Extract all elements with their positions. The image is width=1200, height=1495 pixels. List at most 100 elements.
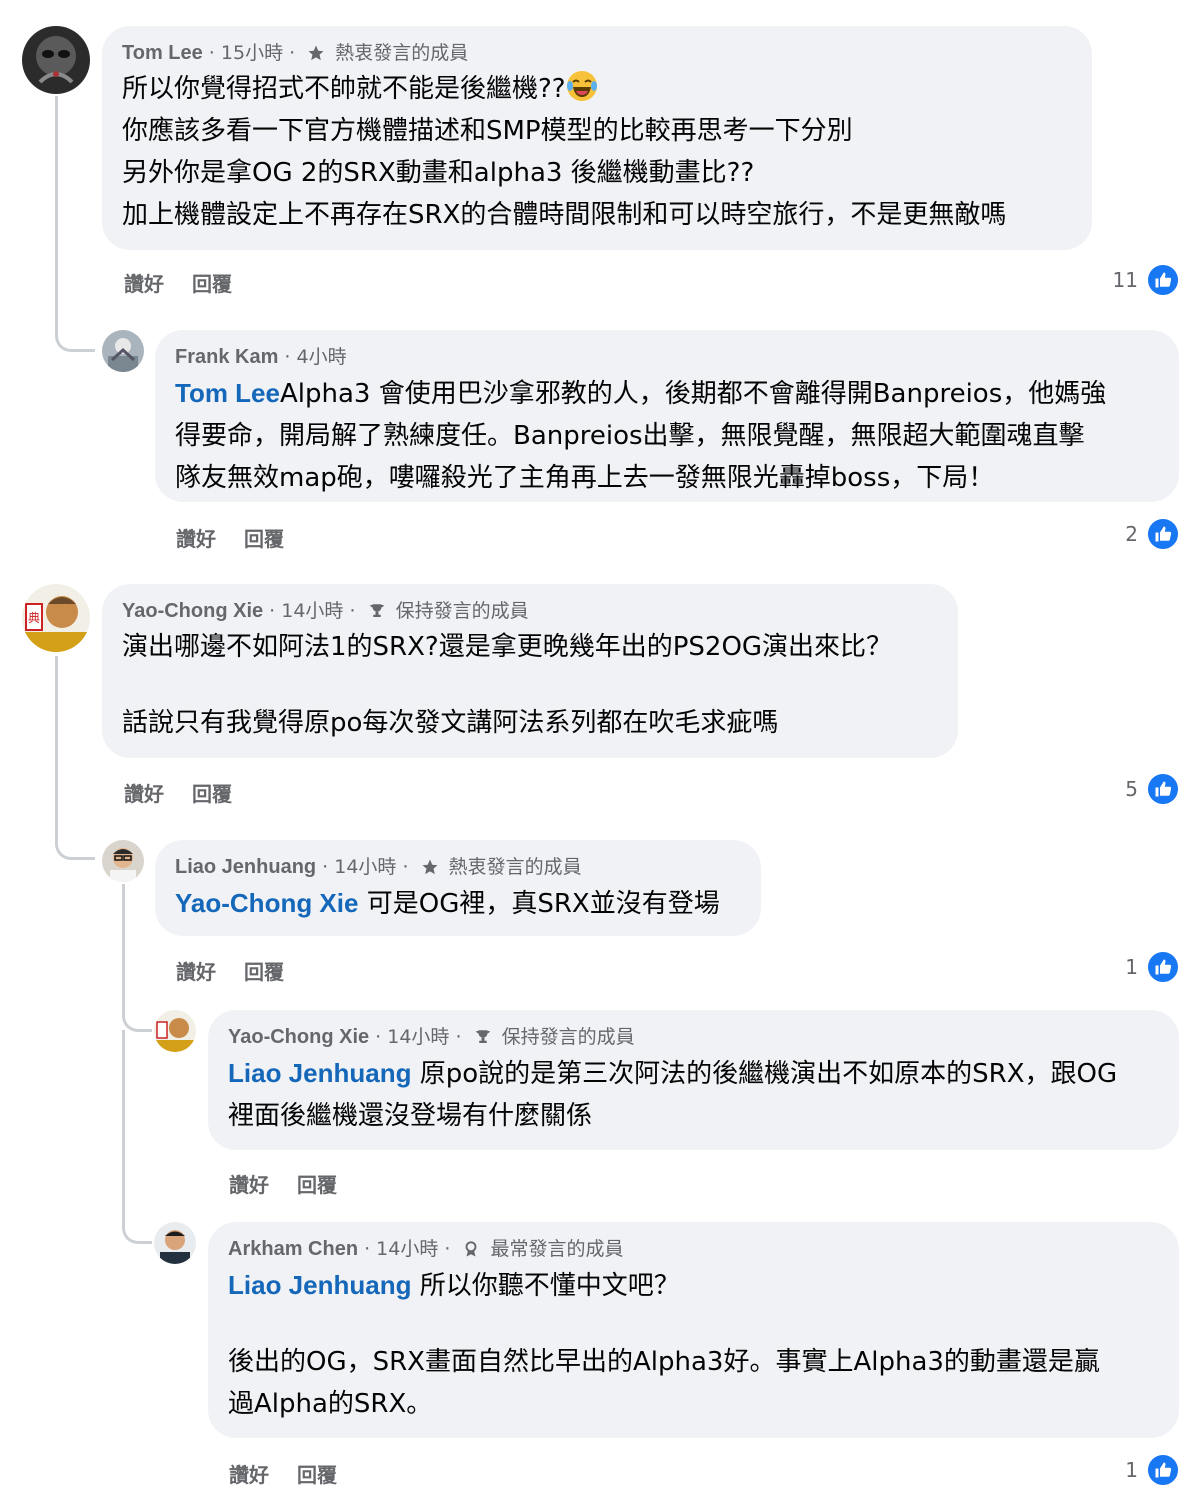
comment-meta: Yao-Chong Xie · 14小時 · 保持發言的成員 bbox=[122, 596, 938, 626]
comment-line: 加上機體設定上不再存在SRX的合體時間限制和可以時空旅行，不是更無敵嗎 bbox=[122, 200, 1007, 230]
reply-button[interactable]: 回覆 bbox=[297, 1463, 337, 1487]
comment-line: 話說只有我覺得原po每次發文講阿法系列都在吹毛求疵嗎 bbox=[122, 708, 779, 738]
reaction-number: 1 bbox=[1125, 1458, 1138, 1482]
comment-time[interactable]: 4小時 bbox=[297, 346, 347, 368]
comment-bubble: Tom Lee · 15小時 · 熱衷發言的成員 所以你覺得招式不帥就不能是後繼… bbox=[102, 26, 1092, 250]
comment-actions: 讚好 回覆 bbox=[229, 1169, 365, 1198]
comment-actions: 讚好 回覆 bbox=[124, 778, 260, 807]
author-name[interactable]: Arkham Chen bbox=[228, 1238, 358, 1260]
comment-line: 可是OG裡，真SRX並沒有登場 bbox=[358, 889, 720, 919]
comment-line: 後出的OG，SRX畫面自然比早出的Alpha3好。事實上Alpha3的動畫還是贏 bbox=[228, 1347, 1100, 1377]
like-button[interactable]: 讚好 bbox=[124, 272, 164, 296]
comment-text: Yao-Chong Xie 可是OG裡，真SRX並沒有登場 bbox=[175, 882, 741, 925]
author-name[interactable]: Yao-Chong Xie bbox=[228, 1026, 369, 1048]
comment-line: 裡面後繼機還沒登場有什麼關係 bbox=[228, 1101, 593, 1131]
comment-text: Liao Jenhuang 原po說的是第三次阿法的後繼機演出不如原本的SRX，… bbox=[228, 1052, 1159, 1137]
like-button[interactable]: 讚好 bbox=[229, 1173, 269, 1197]
thread-line-4 bbox=[122, 1030, 125, 1220]
trophy-icon bbox=[474, 1025, 492, 1055]
comment-actions: 讚好 回覆 bbox=[229, 1459, 365, 1488]
comment-text: Liao Jenhuang 所以你聽不懂中文吧？ 後出的OG，SRX畫面自然比早… bbox=[228, 1264, 1159, 1425]
mention-link[interactable]: Yao-Chong Xie bbox=[175, 888, 358, 918]
thread-elbow-3 bbox=[122, 1000, 152, 1032]
comment-meta: Arkham Chen · 14小時 · 最常發言的成員 bbox=[228, 1234, 1159, 1264]
comment-actions: 讚好 回覆 bbox=[176, 523, 312, 552]
thread-line-2 bbox=[55, 656, 58, 826]
comment-meta: Yao-Chong Xie · 14小時 · 保持發言的成員 bbox=[228, 1022, 1159, 1052]
comment-line: 得要命，開局解了熟練度任。Banpreios出擊，無限覺醒，無限超大範圍魂直擊 bbox=[175, 421, 1085, 451]
thumbs-up-icon bbox=[1146, 517, 1180, 551]
comment-bubble: Yao-Chong Xie · 14小時 · 保持發言的成員 演出哪邊不如阿法1… bbox=[102, 584, 958, 758]
author-name[interactable]: Yao-Chong Xie bbox=[122, 600, 263, 622]
reaction-number: 11 bbox=[1112, 268, 1138, 292]
reaction-count[interactable]: 1 bbox=[1125, 1453, 1180, 1487]
member-badge: 熱衷發言的成員 bbox=[448, 856, 582, 878]
author-name[interactable]: Liao Jenhuang bbox=[175, 856, 316, 878]
avatar[interactable] bbox=[22, 26, 90, 94]
mention-link[interactable]: Liao Jenhuang bbox=[228, 1270, 411, 1300]
like-button[interactable]: 讚好 bbox=[124, 782, 164, 806]
star-icon bbox=[421, 855, 439, 885]
reaction-number: 1 bbox=[1125, 955, 1138, 979]
comment-text: 所以你覺得招式不帥就不能是後繼機?? 你應該多看一下官方機體描述和SMP模型的比… bbox=[122, 68, 1072, 236]
comment-line: 所以你覺得招式不帥就不能是後繼機?? bbox=[122, 74, 566, 104]
avatar[interactable] bbox=[102, 840, 144, 882]
svg-text:典: 典 bbox=[28, 611, 40, 625]
comment-line: 原po說的是第三次阿法的後繼機演出不如原本的SRX，跟OG bbox=[411, 1059, 1118, 1089]
author-name[interactable]: Tom Lee bbox=[122, 42, 203, 64]
comment-time[interactable]: 14小時 bbox=[281, 600, 343, 622]
medal-icon bbox=[462, 1237, 480, 1267]
comment-line: Alpha3 會使用巴沙拿邪教的人，後期都不會離得開Banpreios，他媽強 bbox=[279, 379, 1107, 409]
star-icon bbox=[307, 41, 325, 71]
comment-meta: Tom Lee · 15小時 · 熱衷發言的成員 bbox=[122, 38, 1072, 68]
comment-line: 過Alpha的SRX。 bbox=[228, 1389, 433, 1419]
like-button[interactable]: 讚好 bbox=[176, 527, 216, 551]
avatar[interactable]: 典 bbox=[22, 584, 90, 652]
comment-line: 隊友無效map砲，嘍囉殺光了主角再上去一發無限光轟掉boss，下局！ bbox=[175, 463, 995, 493]
avatar[interactable] bbox=[102, 330, 144, 372]
member-badge: 保持發言的成員 bbox=[395, 600, 529, 622]
comment-meta: Liao Jenhuang · 14小時 · 熱衷發言的成員 bbox=[175, 852, 741, 882]
reaction-count[interactable]: 2 bbox=[1125, 517, 1180, 551]
reply-button[interactable]: 回覆 bbox=[297, 1173, 337, 1197]
reaction-count[interactable]: 5 bbox=[1125, 772, 1180, 806]
reaction-count[interactable]: 11 bbox=[1113, 263, 1180, 297]
comment-meta: Frank Kam · 4小時 bbox=[175, 346, 347, 368]
thread-line-3 bbox=[122, 884, 125, 1014]
like-button[interactable]: 讚好 bbox=[176, 960, 216, 984]
reply-button[interactable]: 回覆 bbox=[244, 527, 284, 551]
member-badge: 熱衷發言的成員 bbox=[335, 42, 469, 64]
avatar[interactable] bbox=[154, 1010, 196, 1052]
comment-text: Tom LeeAlpha3 會使用巴沙拿邪教的人，後期都不會離得開Banprei… bbox=[175, 372, 1159, 499]
laughing-crying-emoji-icon bbox=[566, 70, 598, 102]
comment-time[interactable]: 14小時 bbox=[376, 1238, 438, 1260]
like-button[interactable]: 讚好 bbox=[229, 1463, 269, 1487]
author-name[interactable]: Frank Kam bbox=[175, 346, 278, 368]
mention-link[interactable]: Liao Jenhuang bbox=[228, 1058, 411, 1088]
comment-line: 你應該多看一下官方機體描述和SMP模型的比較再思考一下分別 bbox=[122, 116, 853, 146]
thumbs-up-icon bbox=[1146, 263, 1180, 297]
comment-text: 演出哪邊不如阿法1的SRX?還是拿更晚幾年出的PS2OG演出來比？ 話說只有我覺… bbox=[122, 626, 938, 744]
thumbs-up-icon bbox=[1146, 1453, 1180, 1487]
comment-time[interactable]: 14小時 bbox=[334, 856, 396, 878]
comment-line: 演出哪邊不如阿法1的SRX?還是拿更晚幾年出的PS2OG演出來比？ bbox=[122, 632, 893, 662]
reply-button[interactable]: 回覆 bbox=[192, 272, 232, 296]
comment-time[interactable]: 14小時 bbox=[387, 1026, 449, 1048]
member-badge: 保持發言的成員 bbox=[501, 1026, 635, 1048]
mention-link[interactable]: Tom Lee bbox=[175, 378, 280, 408]
comment-bubble: Liao Jenhuang · 14小時 · 熱衷發言的成員 Yao-Chong… bbox=[155, 840, 761, 936]
comment-time[interactable]: 15小時 bbox=[221, 42, 283, 64]
reply-button[interactable]: 回覆 bbox=[192, 782, 232, 806]
avatar[interactable] bbox=[154, 1222, 196, 1264]
thread-elbow-1 bbox=[55, 300, 95, 352]
member-badge: 最常發言的成員 bbox=[490, 1238, 624, 1260]
thumbs-up-icon bbox=[1146, 772, 1180, 806]
comment-line: 所以你聽不懂中文吧？ bbox=[411, 1271, 680, 1301]
thread-elbow-4 bbox=[122, 1200, 152, 1244]
reaction-count[interactable]: 1 bbox=[1125, 950, 1180, 984]
comment-bubble: Frank Kam · 4小時 Tom LeeAlpha3 會使用巴沙拿邪教的人… bbox=[155, 330, 1179, 502]
reply-button[interactable]: 回覆 bbox=[244, 960, 284, 984]
thread-line-1 bbox=[55, 96, 58, 316]
